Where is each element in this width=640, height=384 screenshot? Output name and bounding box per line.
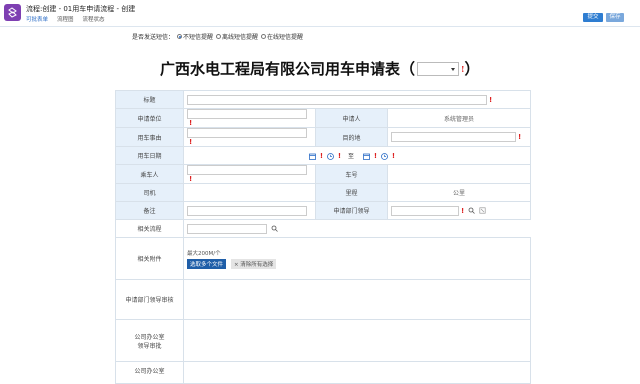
app-logo-icon (4, 4, 21, 21)
chevron-down-icon (451, 67, 456, 71)
applicant-label: 申请人 (315, 108, 388, 128)
required-mark: ! (391, 152, 396, 161)
dept-review-label: 申请部门领导审核 (115, 279, 184, 320)
search-icon[interactable] (468, 207, 475, 214)
submit-button[interactable]: 提交 (583, 13, 603, 22)
driver-label: 司机 (115, 183, 184, 202)
office-last-label: 公司办公室 (115, 361, 184, 384)
mileage-unit: 公里 (453, 190, 466, 197)
sms-option-offline[interactable]: 离线短信提醒 (216, 32, 258, 41)
form-title-text: 广西水电工程局有限公司用车申请表（ (160, 60, 416, 78)
dept-leader-label: 申请部门领导 (315, 201, 388, 220)
remark-label: 备注 (115, 201, 184, 220)
dept-leader-input[interactable] (391, 205, 459, 216)
calendar-icon[interactable] (363, 153, 370, 160)
attachment-label: 相关附件 (115, 237, 184, 280)
reason-label: 用车事由 (115, 127, 184, 147)
required-mark: ! (189, 138, 193, 146)
apply-unit-label: 申请单位 (115, 108, 184, 128)
radio-icon[interactable] (261, 34, 267, 39)
required-mark: ! (337, 152, 342, 161)
sms-option-row: 是否发送短信： 不短信提醒 离线短信提醒 在线短信提醒 (132, 32, 303, 41)
destination-input[interactable] (391, 132, 516, 142)
sms-option-none[interactable]: 不短信提醒 (177, 32, 213, 41)
office-review-label: 公司办公室 领导审批 (115, 319, 184, 362)
related-process-label: 相关流程 (115, 219, 184, 238)
mileage-label: 里程 (315, 183, 388, 202)
window-title: 流程:创建 - 01用车申请流程 - 创建 (26, 5, 136, 13)
table-row: 相关流程 (115, 219, 531, 238)
clear-icon[interactable] (479, 207, 486, 214)
table-row: 用车事由 ! 目的地 ! (115, 127, 532, 147)
date-label: 用车日期 (115, 146, 184, 165)
rider-label: 乘车人 (115, 164, 184, 184)
required-mark: ! (461, 206, 465, 215)
table-row: 乘车人 ! 车号 (115, 164, 532, 184)
table-row: 申请部门领导审核 (115, 279, 532, 320)
title-label: 标题 (115, 90, 184, 109)
title-input[interactable] (187, 94, 487, 105)
table-row: 申请单位 ! 申请人 系统管理员 (115, 108, 532, 128)
apply-unit-input[interactable] (187, 109, 307, 119)
select-files-button[interactable]: 选取多个文件 (187, 258, 227, 269)
tab-bar: 可批表单 流程图 流程状态 (26, 15, 105, 23)
attachment-hint: 最大200M/个 (187, 250, 221, 257)
form-title-close: ） (464, 60, 480, 78)
required-mark: ! (319, 152, 324, 161)
related-process-input[interactable] (187, 223, 267, 234)
remark-input[interactable] (187, 205, 307, 216)
office-review-label-line2: 领导审批 (137, 342, 162, 350)
applicant-value: 系统管理员 (444, 115, 475, 123)
search-icon[interactable] (271, 225, 278, 232)
sms-label: 是否发送短信： (132, 34, 175, 41)
reason-input[interactable] (187, 128, 307, 138)
rider-input[interactable] (187, 165, 307, 175)
required-mark: ! (189, 175, 193, 183)
tab-status[interactable]: 流程状态 (83, 15, 105, 23)
table-row: 备注 申请部门领导 ! (115, 201, 532, 220)
clear-selection-button[interactable]: × 清除所有选择 (230, 258, 277, 269)
table-row: 司机 里程 公里 (115, 183, 532, 202)
sms-option-online[interactable]: 在线短信提醒 (261, 32, 303, 41)
radio-checked-icon[interactable] (177, 34, 183, 39)
table-row: 公司办公室 领导审批 (115, 319, 532, 362)
table-row: 用车日期 ! ! 至 ! ! (115, 146, 532, 165)
clock-icon[interactable] (381, 152, 388, 160)
date-to-label: 至 (348, 152, 355, 160)
form-heading: 广西水电工程局有限公司用车申请表（ ! ） (160, 58, 480, 79)
title-type-select[interactable] (417, 61, 460, 76)
table-row: 相关附件 最大200M/个 选取多个文件 × 清除所有选择 (115, 237, 532, 280)
tab-form[interactable]: 可批表单 (26, 15, 48, 23)
calendar-icon[interactable] (309, 153, 316, 160)
table-row: 公司办公室 (115, 361, 532, 384)
required-mark: ! (489, 95, 493, 104)
top-bar: 流程:创建 - 01用车申请流程 - 创建 可批表单 流程图 流程状态 提交 保… (0, 0, 640, 27)
required-mark: ! (518, 133, 522, 141)
office-review-label-line1: 公司办公室 (134, 333, 165, 341)
table-row: 标题 ! (115, 90, 532, 109)
apply-form-table: 标题 ! 申请单位 ! 申请人 系统管理员 用车事由 ! 目的地 ! 用车日期 … (115, 90, 532, 384)
clock-icon[interactable] (327, 152, 334, 160)
required-mark: ! (189, 119, 193, 127)
required-mark: ! (373, 152, 378, 161)
radio-icon[interactable] (216, 34, 222, 39)
car-no-label: 车号 (315, 164, 388, 184)
destination-label: 目的地 (315, 127, 388, 147)
tab-flowchart[interactable]: 流程图 (57, 15, 74, 23)
save-button[interactable]: 保存 (606, 13, 624, 22)
